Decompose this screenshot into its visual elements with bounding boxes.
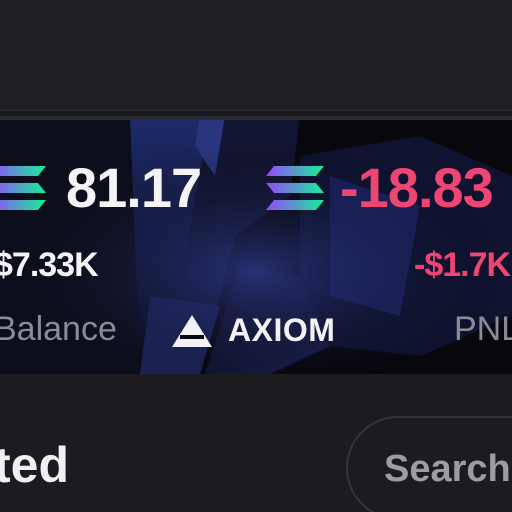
pnl-usd: -$1.7K: [414, 246, 511, 284]
balance-amount: 81.17: [66, 156, 202, 219]
search-placeholder: Search: [384, 448, 511, 490]
top-bar: [0, 0, 512, 111]
solana-icon: [266, 166, 324, 210]
pnl-stat: -18.83: [264, 156, 494, 219]
pnl-amount: -18.83: [340, 156, 494, 219]
pnl-label: PNL: [454, 310, 512, 348]
section-heading: ted: [0, 437, 69, 493]
balance-label: Balance: [0, 310, 117, 348]
brand-name: AXIOM: [228, 312, 336, 348]
axiom-brand: AXIOM: [170, 312, 335, 349]
balance-usd: $7.33K: [0, 246, 99, 284]
page: 81.17 -18.83 $7.33K -$1.7K Balance PNL A…: [0, 0, 512, 512]
search-input[interactable]: Search: [346, 416, 512, 512]
balance-stat: 81.17: [0, 156, 202, 219]
axiom-logo-icon: [172, 314, 212, 347]
solana-icon: [0, 166, 46, 210]
